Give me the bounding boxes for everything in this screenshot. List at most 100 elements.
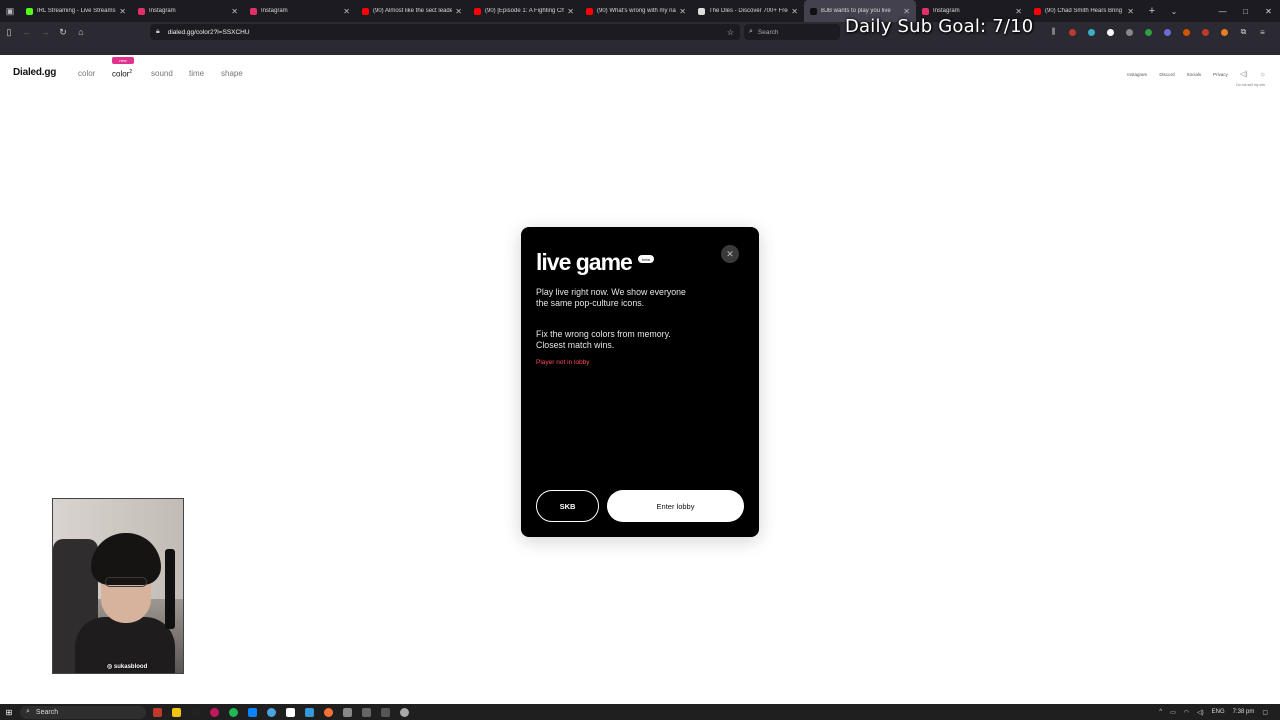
theme-toggle-icon[interactable]: ☼ xyxy=(1260,71,1266,78)
site-logo[interactable]: Dialed.gg xyxy=(13,67,56,78)
steam-icon[interactable] xyxy=(262,704,281,720)
tab-close-icon[interactable]: ✕ xyxy=(567,7,574,16)
webcam-person-glasses xyxy=(105,577,147,587)
sidebar-toggle-icon[interactable]: ▯ xyxy=(0,22,18,42)
browser-tab[interactable]: The Dles - Discover 700+ Free ✕ xyxy=(692,0,804,22)
minimize-icon[interactable]: — xyxy=(1211,0,1234,22)
taskbar-app-icon[interactable] xyxy=(338,704,357,720)
address-bar[interactable]: 🔒︎ dialed.gg/color2?l=SSXCHU ☆ xyxy=(150,24,740,40)
nav-link-label: shape xyxy=(221,69,243,78)
library-icon[interactable]: ⫼ xyxy=(1046,22,1061,42)
tab-title: Instagram xyxy=(933,8,960,14)
extension-icon[interactable] xyxy=(1141,22,1156,42)
taskbar-app-icon[interactable] xyxy=(357,704,376,720)
tab-title: The Dles - Discover 700+ Free xyxy=(709,8,789,14)
nav-link-color2[interactable]: color2 xyxy=(112,69,132,79)
tab-close-icon[interactable]: ✕ xyxy=(1127,7,1134,16)
browser-tab[interactable]: IRL Streaming - Live Streams on ✕ xyxy=(20,0,132,22)
home-icon[interactable]: ⌂ xyxy=(72,22,90,42)
taskbar-app-icon[interactable] xyxy=(300,704,319,720)
sound-toggle-icon[interactable]: ◁) xyxy=(1240,70,1248,78)
notifications-icon[interactable]: ▢ xyxy=(1262,709,1268,716)
maximize-icon[interactable]: □ xyxy=(1234,0,1257,22)
tab-close-icon[interactable]: ✕ xyxy=(1015,7,1022,16)
discord-link[interactable]: Discord xyxy=(1159,72,1174,77)
browser-tab[interactable]: (90) Chad Smith Hears Bring M ✕ xyxy=(1028,0,1140,22)
extensions-puzzle-icon[interactable]: ⧉ xyxy=(1236,22,1251,42)
list-all-tabs-icon[interactable]: ⌄ xyxy=(1164,7,1184,16)
webcam-microphone xyxy=(165,549,175,629)
extension-icon[interactable] xyxy=(1179,22,1194,42)
browser-search-field[interactable]: ⌕ Search xyxy=(744,24,840,40)
tab-close-icon[interactable]: ✕ xyxy=(791,7,798,16)
bookmark-star-icon[interactable]: ☆ xyxy=(727,28,734,37)
player-name-button[interactable]: SKB xyxy=(536,490,599,522)
lobby-status-message: Player not in lobby xyxy=(536,359,590,366)
extension-icon[interactable] xyxy=(1084,22,1099,42)
reload-icon[interactable]: ↻ xyxy=(54,22,72,42)
window-close-icon[interactable]: ✕ xyxy=(1257,0,1280,22)
browser-tab[interactable]: Instagram ✕ xyxy=(132,0,244,22)
tray-chevron-icon[interactable]: ^ xyxy=(1159,709,1162,715)
nav-link-time[interactable]: time xyxy=(189,69,204,78)
extension-icon[interactable] xyxy=(1065,22,1080,42)
back-arrow-icon[interactable]: ← xyxy=(18,22,36,42)
tab-close-icon[interactable]: ✕ xyxy=(903,7,910,16)
system-tray: ^ ▭ ◠ ◁) ENG 7:38 pm ▢ xyxy=(1159,704,1268,720)
tab-favicon-icon xyxy=(250,7,257,15)
taskbar-app-icon[interactable] xyxy=(205,704,224,720)
socials-link[interactable]: Socials xyxy=(1187,72,1202,77)
tab-close-icon[interactable]: ✕ xyxy=(119,7,126,16)
tab-close-icon[interactable]: ✕ xyxy=(231,7,238,16)
taskbar-app-icon[interactable] xyxy=(243,704,262,720)
nav-link-sound[interactable]: sound xyxy=(151,69,173,78)
taskbar-app-icon[interactable] xyxy=(148,704,167,720)
browser-tab[interactable]: (90) What's wrong with my nam ✕ xyxy=(580,0,692,22)
taskbar-search-label: Search xyxy=(35,708,59,716)
bookmarks-bar xyxy=(0,42,1280,55)
tab-close-icon[interactable]: ✕ xyxy=(343,7,350,16)
firefox-icon[interactable] xyxy=(319,704,338,720)
browser-tab[interactable]: (90) Almost like the sect leader ✕ xyxy=(356,0,468,22)
language-indicator[interactable]: ENG xyxy=(1212,709,1225,715)
tab-favicon-icon xyxy=(362,7,369,15)
taskbar-app-icon[interactable] xyxy=(281,704,300,720)
nav-link-color[interactable]: color xyxy=(78,69,95,78)
extension-icon[interactable] xyxy=(1217,22,1232,42)
privacy-link[interactable]: Privacy xyxy=(1213,72,1228,77)
browser-tab[interactable]: (90) [Episode 1: A Fighting Cha ✕ xyxy=(468,0,580,22)
wifi-icon[interactable]: ◠ xyxy=(1184,709,1189,716)
do-not-sell-link[interactable]: Do not sell my info xyxy=(1236,83,1265,87)
header-right-links: Instagram Discord Socials Privacy ◁) ☼ xyxy=(1127,70,1266,79)
tab-title: Instagram xyxy=(149,8,176,14)
browser-tab[interactable]: Instagram ✕ xyxy=(244,0,356,22)
instagram-link[interactable]: Instagram xyxy=(1127,72,1147,77)
taskbar-app-icon[interactable] xyxy=(376,704,395,720)
nav-link-shape[interactable]: shape xyxy=(221,69,243,78)
extension-icon[interactable] xyxy=(1198,22,1213,42)
modal-close-button[interactable]: ✕ xyxy=(721,245,739,263)
forward-arrow-icon[interactable]: → xyxy=(36,22,54,42)
site-header: Dialed.gg color new color2 sound time sh… xyxy=(0,56,1280,92)
clock[interactable]: 7:38 pm xyxy=(1233,709,1255,715)
taskbar-app-icon[interactable] xyxy=(186,704,205,720)
tab-close-icon[interactable]: ✕ xyxy=(455,7,462,16)
tab-overview-icon[interactable]: ▣ xyxy=(0,0,20,22)
tab-favicon-icon xyxy=(922,7,929,15)
tab-title: (90) What's wrong with my nam xyxy=(597,8,677,14)
obs-icon[interactable] xyxy=(395,704,414,720)
window-controls: — □ ✕ xyxy=(1211,0,1280,22)
extension-icon[interactable] xyxy=(1103,22,1118,42)
tab-close-icon[interactable]: ✕ xyxy=(679,7,686,16)
file-explorer-icon[interactable] xyxy=(167,704,186,720)
extension-icon[interactable] xyxy=(1160,22,1175,42)
spotify-icon[interactable] xyxy=(224,704,243,720)
taskbar-search[interactable]: ⌕ Search xyxy=(20,705,146,719)
windows-start-icon[interactable]: ⊞ xyxy=(0,704,18,720)
new-tab-button[interactable]: + xyxy=(1140,5,1164,17)
extension-icon[interactable] xyxy=(1122,22,1137,42)
network-icon[interactable]: ▭ xyxy=(1170,709,1176,716)
menu-icon[interactable]: ≡ xyxy=(1255,22,1270,42)
enter-lobby-button[interactable]: Enter lobby xyxy=(607,490,744,522)
volume-icon[interactable]: ◁) xyxy=(1197,709,1204,716)
